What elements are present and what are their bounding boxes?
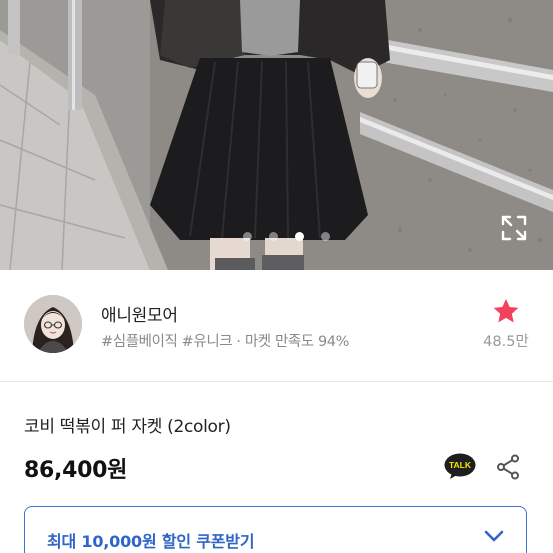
expand-icon[interactable] (500, 214, 528, 242)
shop-tags-satisfaction: #심플베이직 #유니크 · 마켓 만족도 94% (101, 334, 350, 350)
product-title: 코비 떡볶이 퍼 자켓 (2color) (24, 417, 231, 437)
share-icon[interactable] (496, 454, 520, 480)
carousel-dot-active[interactable] (295, 232, 304, 241)
favorite-button[interactable]: 48.5만 (478, 298, 534, 351)
coupon-label: 최대 10,000원 할인 쿠폰받기 (47, 532, 255, 551)
carousel-dot[interactable] (243, 232, 252, 241)
kakao-talk-icon[interactable]: TALK (444, 453, 476, 480)
shop-info[interactable]: 애니원모어 #심플베이직 #유니크 · 마켓 만족도 94% 48.5만 (0, 270, 553, 382)
carousel-dot[interactable] (321, 232, 330, 241)
favorite-count: 48.5만 (483, 334, 529, 350)
star-icon (493, 299, 519, 323)
shop-avatar[interactable] (24, 295, 82, 353)
shop-name[interactable]: 애니원모어 (101, 301, 178, 326)
coupon-download-button[interactable]: 최대 10,000원 할인 쿠폰받기 (24, 506, 527, 553)
product-image-carousel[interactable] (0, 0, 553, 270)
carousel-dot[interactable] (269, 232, 278, 241)
shop-avatar-image (24, 295, 82, 353)
product-price: 86,400원 (24, 458, 128, 483)
talk-label: TALK (449, 460, 472, 470)
product-photo (0, 0, 553, 270)
carousel-indicator (0, 232, 553, 241)
chevron-down-icon (484, 530, 504, 542)
